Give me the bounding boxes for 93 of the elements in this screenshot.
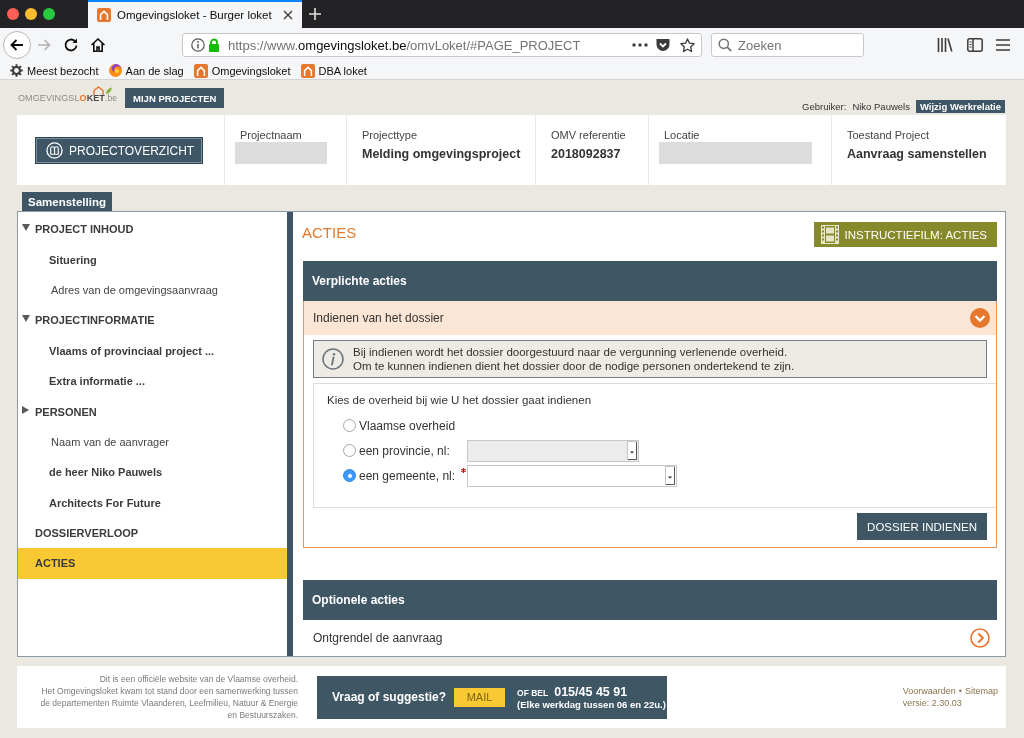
more-icon[interactable]	[632, 43, 648, 47]
back-button[interactable]	[3, 31, 31, 59]
sidebar-item[interactable]: Naam van de aanvrager	[18, 426, 287, 458]
radio-button[interactable]	[343, 469, 356, 482]
browser-tab[interactable]: Omgevingsloket - Burger loket	[88, 0, 302, 28]
field-value: Aanvraag samenstellen	[847, 147, 988, 161]
sidebar-item[interactable]: Vlaams of provinciaal project ...	[18, 335, 287, 366]
plus-icon[interactable]	[309, 8, 321, 20]
dropdown-field[interactable]	[467, 464, 677, 487]
house-icon	[97, 8, 111, 22]
field-label: Locatie	[664, 129, 701, 142]
field-label: Projectnaam	[240, 129, 303, 142]
minimize-window-icon[interactable]	[25, 8, 37, 20]
bookmark-item[interactable]: Aan de slag	[108, 64, 184, 77]
notice-text: Dit is een officiële website van de Vlaamse overheid.	[99, 673, 298, 685]
binders-icon	[46, 142, 63, 159]
sidebar-item[interactable]: Architects For Future	[18, 487, 287, 518]
home-icon[interactable]	[90, 37, 106, 53]
sidebar-item[interactable]: Extra informatie ...	[18, 365, 287, 397]
menu-icon[interactable]	[995, 39, 1011, 51]
gear-icon	[10, 64, 23, 77]
page-title: ACTIES	[302, 224, 357, 241]
search-icon	[718, 38, 732, 52]
sidebar-item[interactable]: DOSSIERVERLOOP	[18, 517, 287, 549]
question-text: Kies de overheid bij wie U het dossier gaat indienen	[327, 393, 593, 407]
info-text: Bij indienen wordt het dossier doorgestuurd naar de vergunning verlenende overheid.	[353, 345, 789, 359]
field-value: 2018092837	[551, 147, 622, 161]
phone-number: 015/45 45 91	[554, 684, 628, 699]
sidebar-item[interactable]: de heer Niko Pauwels	[18, 457, 287, 488]
house-leaf-icon	[93, 86, 114, 95]
section-header: Optionele acties	[303, 580, 997, 620]
close-icon[interactable]	[283, 10, 293, 20]
footer-link[interactable]: Sitemap	[964, 685, 998, 697]
triangle-right-icon[interactable]	[22, 406, 30, 415]
orb-icon	[108, 64, 122, 77]
opening-hours: (Elke werkdag tussen 06 en 22u.)	[517, 698, 666, 710]
my-projects-button[interactable]: MIJN PROJECTEN	[125, 88, 225, 108]
footer-link[interactable]: Voorwaarden	[902, 685, 956, 697]
shield-icon[interactable]	[656, 38, 670, 52]
books-icon[interactable]	[937, 38, 953, 52]
info-icon	[322, 348, 344, 370]
sidebar-item[interactable]: Adres van de omgevingsaanvraag	[18, 274, 287, 306]
field-label: OMV referentie	[551, 129, 627, 142]
action-title[interactable]: Indienen van het dossier	[313, 311, 444, 325]
chevron-right-icon[interactable]	[970, 627, 990, 648]
search-field[interactable]: Zoeken	[711, 33, 864, 57]
sidebar-item[interactable]: PROJECTINFORMATIE	[18, 305, 287, 336]
chevron-down-icon[interactable]	[970, 308, 990, 328]
bookmark-item[interactable]: Omgevingsloket	[193, 63, 291, 78]
field-value: Melding omgevingsproject	[362, 147, 522, 161]
info-text: Om te kunnen indienen dient het dossier door de nodige personen ondertekend te zijn.	[353, 359, 795, 373]
close-window-icon[interactable]	[7, 8, 19, 20]
radio-button[interactable]	[343, 419, 356, 432]
phone-label: OF BEL	[517, 687, 549, 698]
zoom-window-icon[interactable]	[43, 8, 55, 20]
dropdown-arrow-icon[interactable]	[665, 466, 675, 485]
triangle-down-icon[interactable]	[22, 315, 30, 323]
option-label: een gemeente, nl:	[359, 468, 457, 483]
project-overview-button[interactable]: PROJECTOVERZICHT	[35, 137, 204, 164]
bookmark-item[interactable]: DBA loket	[300, 63, 367, 78]
sidebar-item[interactable]: ACTIES	[18, 548, 287, 579]
section-header: Verplichte acties	[303, 261, 997, 301]
credits-text: Het Omgevingsloket kwam tot stand door een samenwerking tussen de departementen Ruimte Vlaanderen, Leefmilieu, Natuur & Energie en Bestuurszaken.	[39, 685, 298, 721]
sidebar-item[interactable]: Situering	[18, 244, 287, 275]
address-bar[interactable]: https://www.omgevingsloket.be/omvLoket/#PAGE_PROJECT	[182, 33, 702, 57]
link-separator: •	[958, 685, 962, 697]
sidebar-icon[interactable]	[967, 38, 983, 52]
info-icon[interactable]	[191, 38, 205, 52]
user-name: Niko Pauwels	[852, 101, 910, 112]
field-label: Toestand Project	[847, 129, 930, 142]
mail-button[interactable]: MAIL	[454, 687, 506, 707]
sidebar-item[interactable]: PERSONEN	[18, 396, 287, 427]
triangle-down-icon[interactable]	[22, 224, 30, 232]
change-relation-button[interactable]: Wijzig Werkrelatie	[915, 100, 1005, 113]
action-title[interactable]: Ontgrendel de aanvraag	[313, 630, 443, 645]
option-label: Vlaamse overheid	[359, 418, 457, 433]
panel-tab[interactable]: Samenstelling	[22, 192, 112, 211]
url-text: https://www.omgevingsloket.be/omvLoket/#PAGE_PROJECT	[228, 37, 582, 53]
film-icon	[820, 225, 839, 244]
logo-text[interactable]: OMGEVINGSLOKET.be	[18, 93, 118, 104]
star-icon[interactable]	[680, 37, 695, 53]
sidebar-item[interactable]: PROJECT INHOUD	[18, 214, 287, 245]
contact-question: Vraag of suggestie?	[332, 690, 447, 704]
lock-icon	[208, 38, 220, 52]
submit-button[interactable]: DOSSIER INDIENEN	[857, 513, 987, 540]
user-label: Gebruiker:	[802, 101, 847, 112]
option-label: een provincie, nl:	[359, 443, 451, 458]
bookmark-item[interactable]: Meest bezocht	[10, 64, 99, 77]
arrow-left-icon	[9, 37, 25, 53]
reload-icon[interactable]	[63, 37, 79, 53]
field-label: Projecttype	[362, 129, 419, 142]
instruction-video-button[interactable]: INSTRUCTIEFILM: ACTIES	[813, 222, 997, 247]
version-text: versie: 2.30.03	[902, 697, 963, 709]
